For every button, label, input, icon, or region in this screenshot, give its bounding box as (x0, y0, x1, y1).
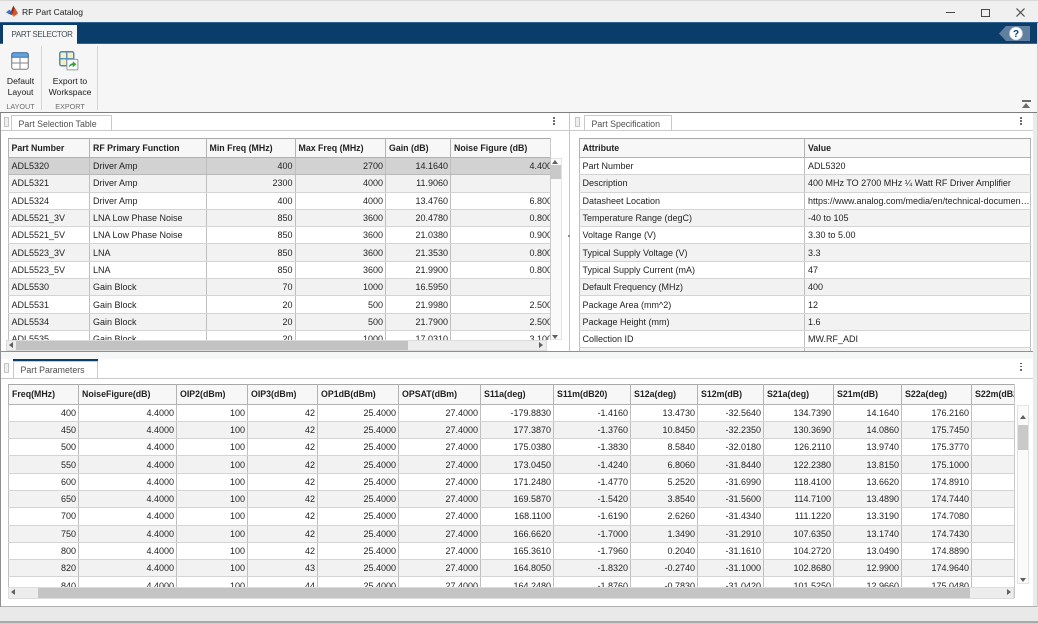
svg-text:?: ? (1013, 29, 1019, 40)
